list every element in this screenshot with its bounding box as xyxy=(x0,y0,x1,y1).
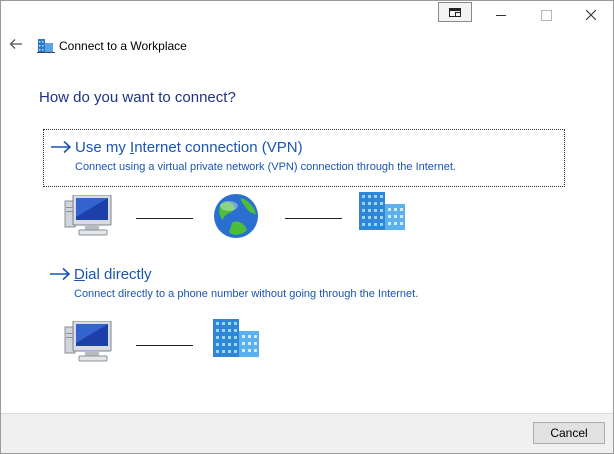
connection-line xyxy=(285,218,342,219)
dial-directly-option[interactable]: Dial directly Connect directly to a phon… xyxy=(43,263,565,307)
button-bar xyxy=(1,413,613,453)
maximize-icon xyxy=(540,9,552,21)
arrow-right-icon xyxy=(51,140,72,154)
workplace-building-icon xyxy=(359,192,405,230)
snap-button[interactable] xyxy=(438,2,472,22)
workplace-building-icon xyxy=(213,319,259,357)
back-arrow-icon xyxy=(9,39,22,49)
option-description: Connect using a virtual private network … xyxy=(75,161,456,173)
use-internet-vpn-option[interactable]: Use my Internet connection (VPN) Connect… xyxy=(43,129,565,187)
access-key: D xyxy=(74,266,85,283)
connection-line xyxy=(136,218,193,219)
back-button[interactable] xyxy=(9,37,25,53)
window-title: Connect to a Workplace xyxy=(59,39,187,53)
option-title-post: ial directly xyxy=(84,266,152,283)
arrow-right-icon xyxy=(50,267,71,281)
workplace-network-icon xyxy=(37,39,55,53)
option-title: Dial directly xyxy=(74,266,152,283)
minimize-button[interactable] xyxy=(478,1,524,29)
minimize-icon xyxy=(496,14,506,16)
computer-icon xyxy=(64,195,112,236)
computer-icon xyxy=(64,321,112,362)
connect-to-workplace-window: Connect to a Workplace How do you want t… xyxy=(0,0,614,454)
option-title: Use my Internet connection (VPN) xyxy=(75,139,303,156)
cancel-button[interactable]: Cancel xyxy=(533,422,605,444)
option-title-pre: Use my xyxy=(75,139,131,156)
option-description: Connect directly to a phone number witho… xyxy=(74,288,419,300)
snap-icon xyxy=(449,7,461,17)
close-button[interactable] xyxy=(568,1,613,29)
page-question: How do you want to connect? xyxy=(39,89,236,106)
globe-icon xyxy=(214,194,258,238)
close-icon xyxy=(586,10,596,20)
connection-line xyxy=(136,345,193,346)
maximize-button xyxy=(523,1,569,29)
option-title-post: nternet connection (VPN) xyxy=(134,139,303,156)
